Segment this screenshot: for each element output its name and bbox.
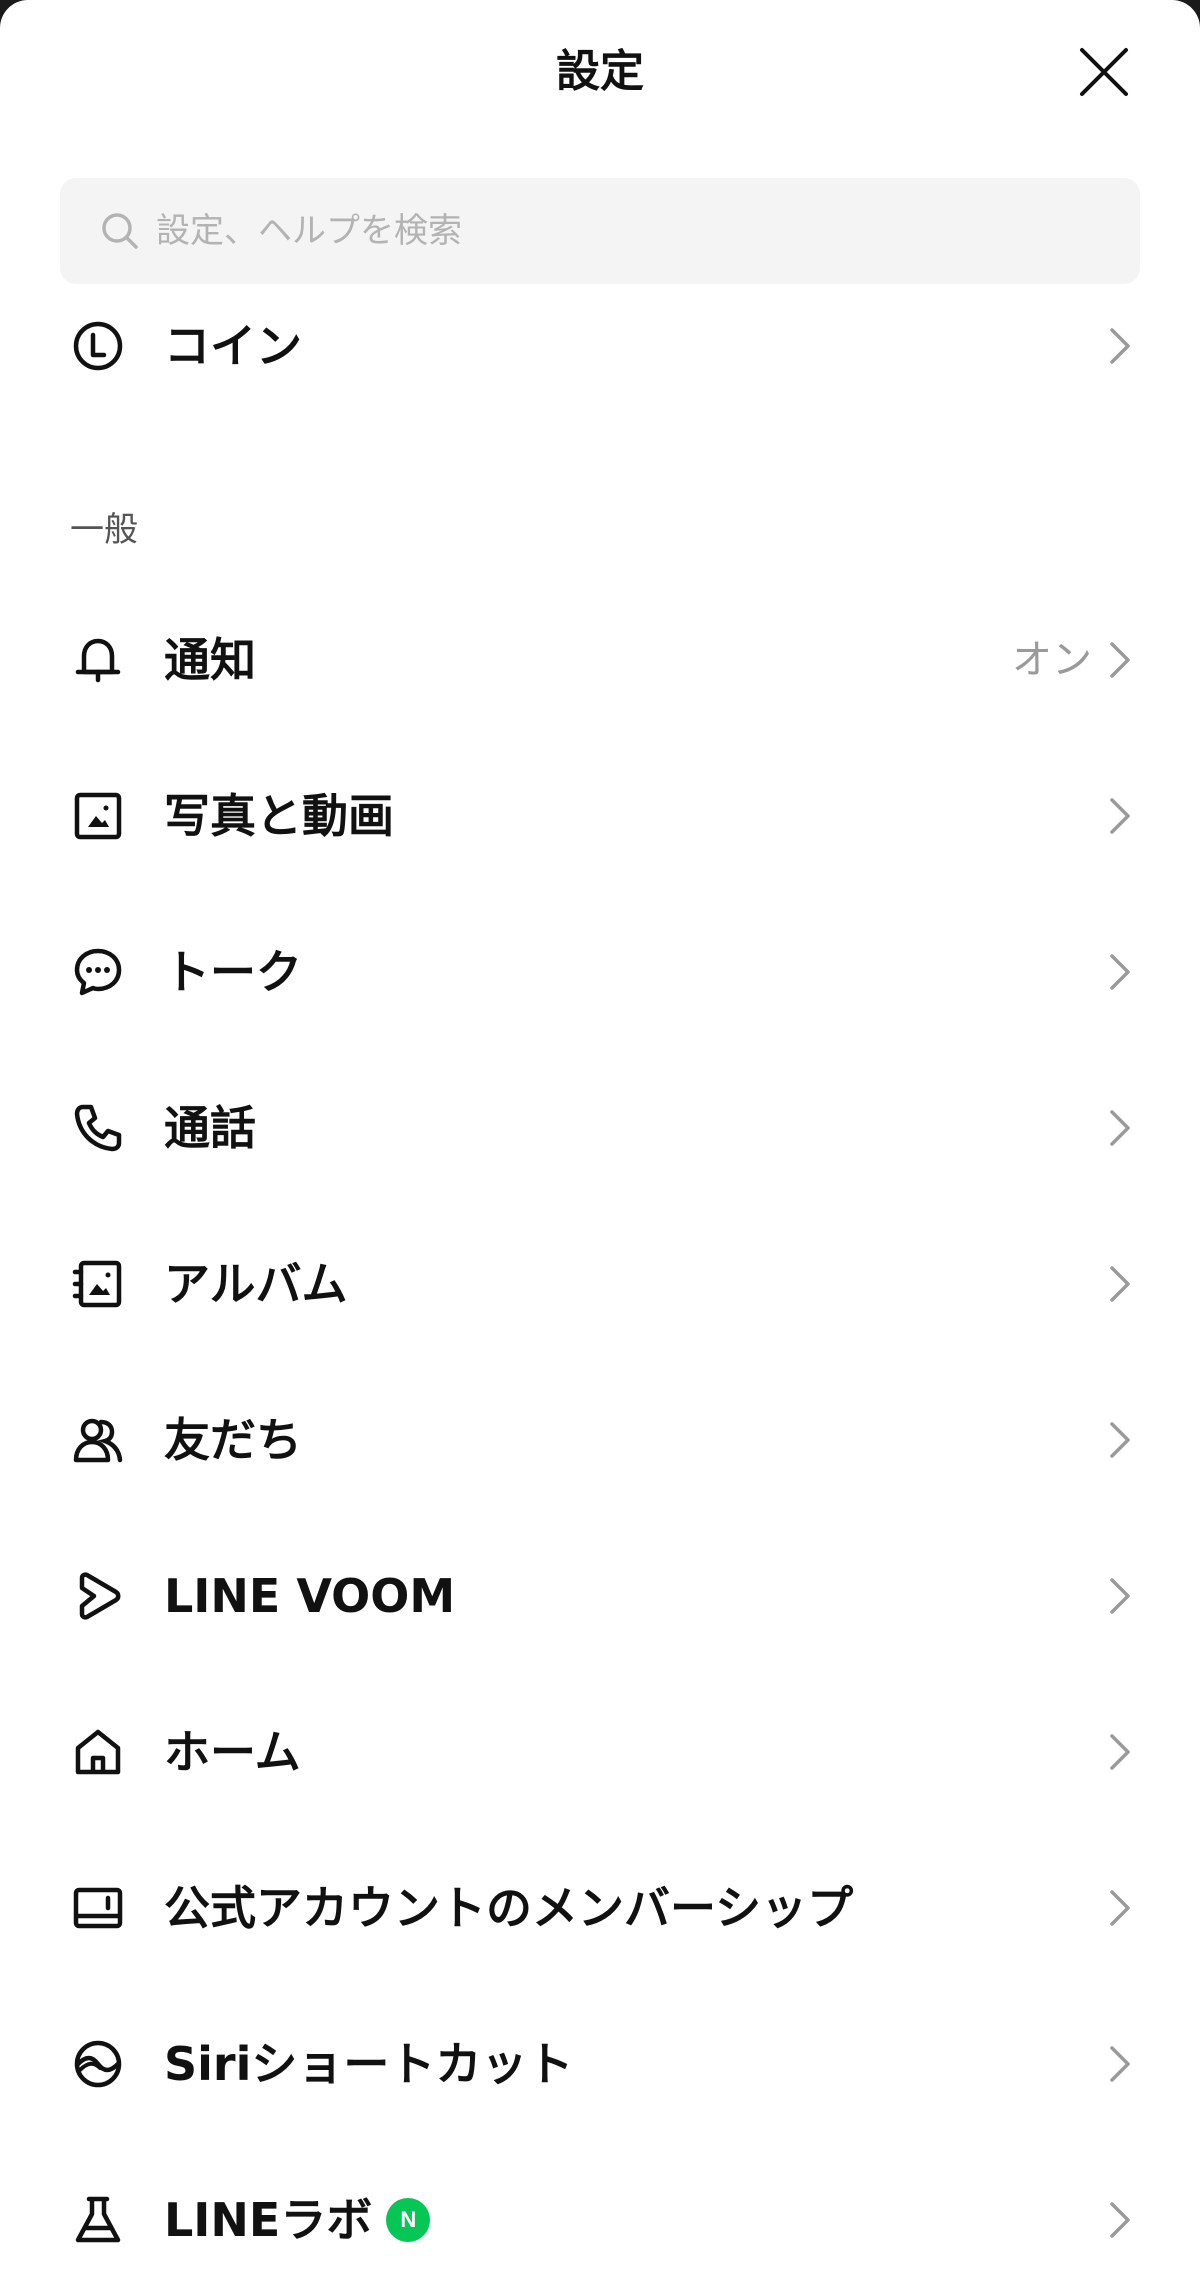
settings-item-label: トーク: [164, 945, 302, 999]
chevron-right-icon: [1110, 2202, 1130, 2238]
chevron-right-icon: [1110, 1890, 1130, 1926]
close-button[interactable]: [1076, 44, 1132, 100]
chevron-right-icon: [1110, 1734, 1130, 1770]
settings-item-label: アルバム: [164, 1257, 348, 1311]
settings-item-line-voom[interactable]: LINE VOOM: [0, 1518, 1200, 1674]
home-icon: [75, 1729, 121, 1775]
membership-icon: [73, 1887, 123, 1929]
flask-icon: [75, 2196, 121, 2243]
close-icon: [1080, 48, 1128, 96]
settings-item-photos-videos[interactable]: 写真と動画: [0, 738, 1200, 894]
friends-icon: [73, 1418, 123, 1463]
settings-item-friends[interactable]: 友だち: [0, 1362, 1200, 1518]
settings-item-label: 写真と動画: [164, 789, 394, 843]
settings-item-label: Siriショートカット: [164, 2037, 574, 2091]
settings-item-label: 通話: [164, 1101, 256, 1155]
settings-item-label: 友だち: [164, 1413, 302, 1467]
header: 設定: [0, 0, 1200, 148]
bell-icon: [75, 638, 121, 683]
settings-item-label: LINEラボ N: [164, 2190, 431, 2250]
settings-item-label: 公式アカウントのメンバーシップ: [164, 1881, 854, 1935]
chat-bubble-icon: [74, 948, 122, 996]
chevron-right-icon: [1110, 2046, 1130, 2082]
settings-item-home[interactable]: ホーム: [0, 1674, 1200, 1830]
settings-item-siri-shortcuts[interactable]: Siriショートカット: [0, 1986, 1200, 2142]
settings-item-calls[interactable]: 通話: [0, 1050, 1200, 1206]
settings-item-official-account-membership[interactable]: 公式アカウントのメンバーシップ: [0, 1830, 1200, 1986]
settings-item-label: LINE VOOM: [164, 1569, 456, 1623]
settings-item-line-labs[interactable]: LINEラボ N: [0, 2142, 1200, 2295]
chevron-right-icon: [1110, 1110, 1130, 1146]
chevron-right-icon: [1110, 642, 1130, 678]
settings-sheet: 設定 コイン 一般: [0, 0, 1200, 2295]
coin-icon: [73, 321, 123, 371]
notifications-status: オン: [1012, 637, 1092, 683]
chevron-right-icon: [1110, 328, 1130, 364]
chevron-right-icon: [1110, 954, 1130, 990]
settings-item-notifications[interactable]: 通知 オン: [0, 582, 1200, 738]
new-badge: N: [386, 2198, 431, 2242]
search-icon: [102, 213, 138, 249]
settings-item-label-text: LINEラボ: [164, 2193, 373, 2247]
settings-item-label: ホーム: [164, 1725, 301, 1779]
chevron-right-icon: [1110, 798, 1130, 834]
play-icon: [79, 1572, 121, 1620]
chevron-right-icon: [1110, 1578, 1130, 1614]
photo-icon: [74, 792, 122, 840]
chevron-right-icon: [1110, 1266, 1130, 1302]
album-icon: [72, 1260, 122, 1308]
page-title: 設定: [556, 46, 644, 97]
phone-icon: [74, 1104, 122, 1152]
settings-item-label: コイン: [164, 319, 302, 373]
siri-icon: [74, 2040, 122, 2088]
section-header-general: 一般: [70, 510, 138, 550]
chevron-right-icon: [1110, 1422, 1130, 1458]
settings-item-chats[interactable]: トーク: [0, 894, 1200, 1050]
search-input[interactable]: [156, 211, 1056, 251]
settings-item-coin[interactable]: コイン: [0, 268, 1200, 424]
settings-item-label: 通知: [164, 633, 256, 687]
settings-item-albums[interactable]: アルバム: [0, 1206, 1200, 1362]
